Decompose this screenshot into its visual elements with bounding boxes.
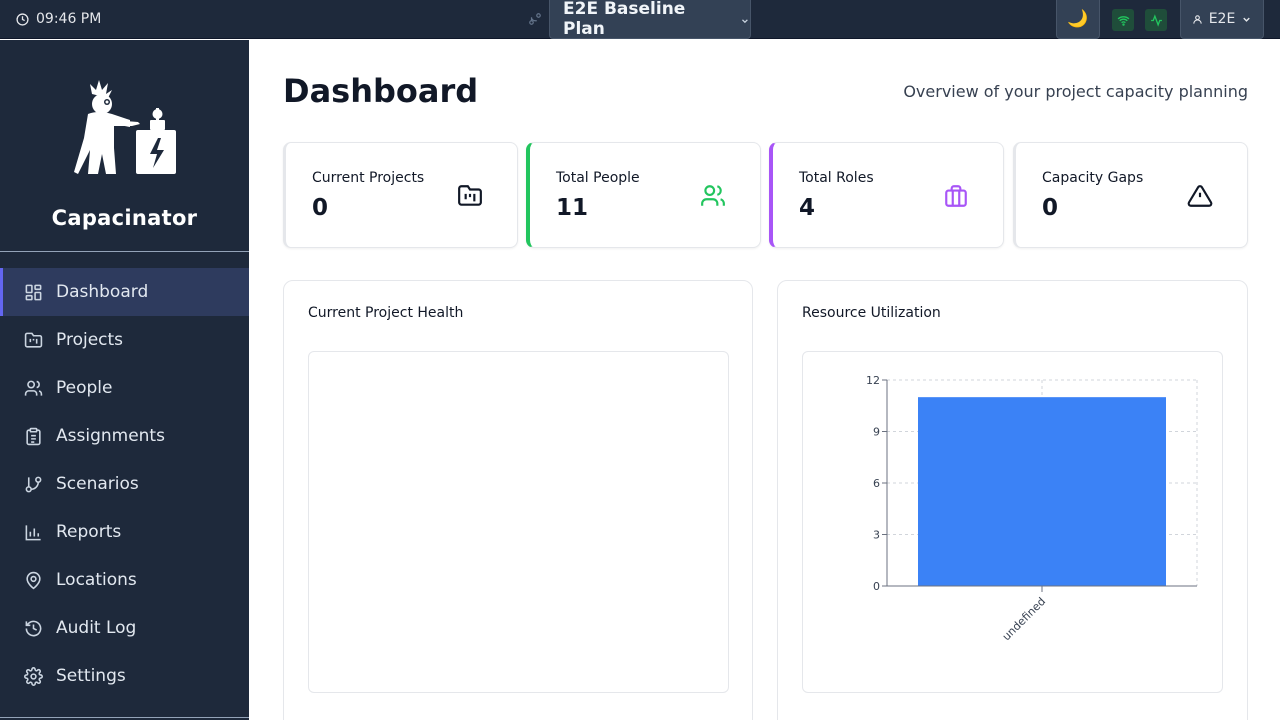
y-tick-label: 3 [873, 529, 880, 542]
alert-triangle-icon [1187, 185, 1213, 207]
history-icon [25, 620, 42, 636]
sidebar-item-assignments[interactable]: Assignments [0, 412, 249, 460]
y-tick-label: 6 [873, 477, 880, 490]
stat-card-total-roles[interactable]: Total Roles 4 [769, 142, 1004, 248]
resource-utilization-chart: 0 3 6 9 12 undefined [866, 374, 1198, 643]
project-health-chart-area [308, 351, 729, 693]
user-icon [1192, 14, 1202, 24]
sidebar-item-settings[interactable]: Settings [0, 652, 249, 700]
chevron-down-icon [1243, 17, 1251, 22]
stat-card-label: Current Projects [312, 170, 425, 186]
sidebar-item-label: Audit Log [56, 618, 137, 638]
sidebar-item-locations[interactable]: Locations [0, 556, 249, 604]
gear-icon [24, 666, 43, 686]
chevron-down-icon [742, 19, 748, 24]
y-tick-label: 12 [866, 374, 880, 387]
y-tick-label: 0 [873, 580, 880, 593]
sidebar: Capacinator Dashboard Projects People As… [0, 40, 249, 720]
sidebar-item-label: Scenarios [56, 474, 139, 494]
sidebar-item-label: Dashboard [56, 282, 149, 302]
sidebar-item-reports[interactable]: Reports [0, 508, 249, 556]
theme-toggle-button[interactable]: 🌙 [1056, 0, 1100, 39]
wifi-status-indicator [1112, 9, 1134, 31]
stat-card-value: 0 [312, 195, 329, 221]
user-menu-button[interactable]: E2E [1180, 0, 1264, 39]
wifi-icon [1117, 15, 1129, 26]
x-tick-label: undefined [1000, 595, 1048, 643]
sidebar-item-dashboard[interactable]: Dashboard [0, 268, 249, 316]
resource-utilization-panel: Resource Utilization 0 3 6 9 12 undefined [777, 280, 1248, 720]
activity-icon [1150, 13, 1162, 27]
stat-card-current-projects[interactable]: Current Projects 0 [283, 142, 518, 248]
stat-card-value: 4 [799, 195, 816, 221]
sidebar-item-scenarios[interactable]: Scenarios [0, 460, 249, 508]
sidebar-item-label: Projects [56, 330, 124, 350]
sidebar-item-label: Assignments [56, 426, 165, 446]
capacinator-logo [74, 80, 176, 174]
stat-card-label: Total Roles [799, 170, 874, 186]
folder-icon [24, 332, 43, 348]
health-status-indicator [1145, 9, 1167, 31]
clipboard-icon [26, 427, 41, 445]
sidebar-item-people[interactable]: People [0, 364, 249, 412]
panel-title: Resource Utilization [802, 305, 941, 321]
sidebar-item-label: Reports [56, 522, 122, 542]
page-title: Dashboard [283, 72, 479, 110]
stat-card-total-people[interactable]: Total People 11 [526, 142, 761, 248]
users-icon [24, 380, 43, 396]
stat-card-label: Total People [556, 170, 640, 186]
sidebar-item-label: Settings [56, 666, 126, 686]
stat-card-label: Capacity Gaps [1042, 170, 1144, 186]
stat-card-value: 11 [556, 195, 589, 221]
page-subtitle: Overview of your project capacity planni… [903, 82, 1248, 101]
top-bar: 09:46 PM E2E Baseline Plan 🌙 E2E [0, 0, 1280, 39]
briefcase-icon [945, 185, 967, 207]
bar [918, 397, 1166, 586]
sidebar-item-projects[interactable]: Projects [0, 316, 249, 364]
clock: 09:46 PM [16, 11, 101, 27]
resource-utilization-chart-area: 0 3 6 9 12 undefined [802, 351, 1223, 693]
sidebar-item-label: Locations [56, 570, 137, 590]
user-name: E2E [1208, 11, 1236, 27]
branch-icon [25, 476, 42, 492]
folder-kanban-icon [458, 185, 482, 206]
clock-icon [16, 12, 29, 26]
stat-card-value: 0 [1042, 195, 1059, 221]
stat-card-capacity-gaps[interactable]: Capacity Gaps 0 [1013, 142, 1248, 248]
bar-chart-icon [25, 524, 41, 540]
users-icon [701, 185, 725, 206]
clock-time: 09:46 PM [36, 11, 102, 27]
sidebar-nav: Dashboard Projects People Assignments Sc… [0, 268, 249, 700]
scenario-selector[interactable]: E2E Baseline Plan [549, 0, 751, 39]
panel-title: Current Project Health [308, 305, 464, 321]
moon-icon: 🌙 [1067, 9, 1089, 29]
branch-icon [529, 13, 541, 25]
sidebar-item-label: People [56, 378, 113, 398]
sidebar-item-audit-log[interactable]: Audit Log [0, 604, 249, 652]
project-health-panel: Current Project Health [283, 280, 753, 720]
sidebar-divider [0, 251, 249, 252]
y-tick-label: 9 [873, 426, 880, 439]
app-name: Capacinator [51, 206, 198, 230]
scenario-name: E2E Baseline Plan [563, 0, 686, 39]
dashboard-icon [25, 284, 42, 300]
map-pin-icon [26, 571, 41, 589]
